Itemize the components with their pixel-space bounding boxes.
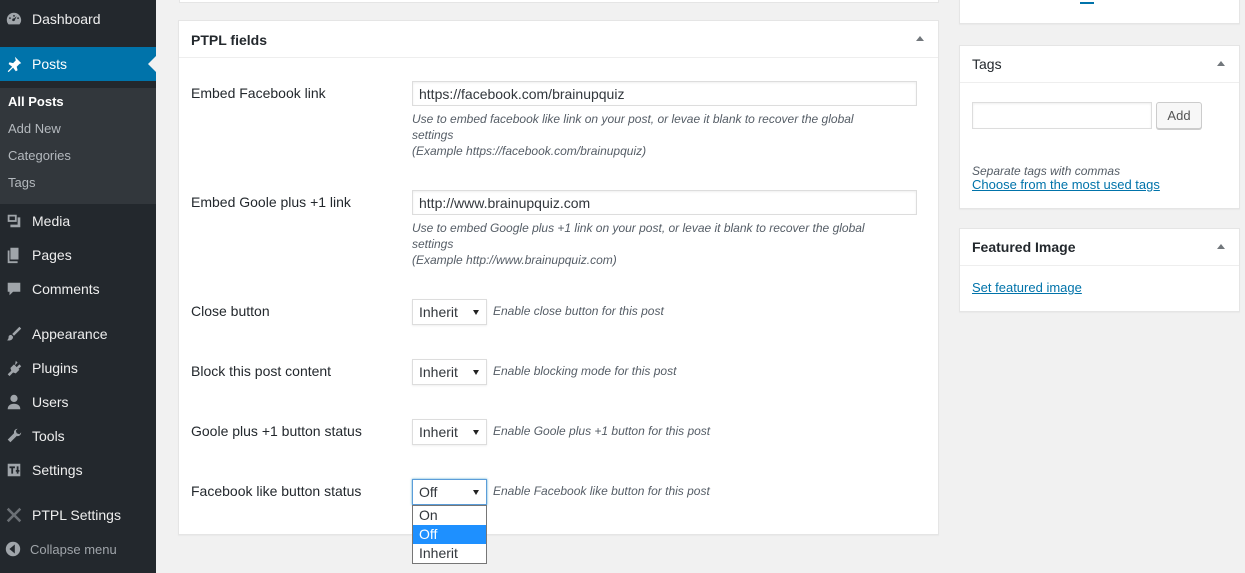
facebook-link-help: Use to embed facebook like link on your … xyxy=(412,111,912,159)
collapse-toggle-icon[interactable] xyxy=(916,36,924,41)
close-button-desc: Enable close button for this post xyxy=(493,304,664,318)
dropdown-caret-icon xyxy=(473,430,479,435)
ptpl-fields-box: PTPL fields Embed Facebook link https://… xyxy=(178,20,939,535)
google-link-label: Embed Goole plus +1 link xyxy=(191,194,351,210)
block-content-select[interactable]: Inherit xyxy=(412,359,487,385)
dashboard-icon xyxy=(4,9,24,29)
user-icon xyxy=(4,392,24,412)
collapse-toggle-icon[interactable] xyxy=(1217,244,1225,249)
menu-pages[interactable]: Pages xyxy=(0,238,156,272)
help-line: settings xyxy=(412,128,454,142)
help-line: settings xyxy=(412,237,454,251)
submenu-add-new[interactable]: Add New xyxy=(8,121,61,136)
facebook-link-label: Embed Facebook link xyxy=(191,85,326,101)
menu-settings[interactable]: Settings xyxy=(0,453,156,487)
menu-label: PTPL Settings xyxy=(32,507,121,523)
option-off[interactable]: Off xyxy=(413,525,486,544)
submenu-categories[interactable]: Categories xyxy=(8,148,71,163)
option-on[interactable]: On xyxy=(413,506,486,525)
x-icon xyxy=(4,505,24,525)
tags-box: Tags Add Separate tags with commas Choos… xyxy=(959,45,1240,209)
menu-label: Media xyxy=(32,213,71,229)
add-tag-button[interactable]: Add xyxy=(1156,102,1202,129)
facebook-status-label: Facebook like button status xyxy=(191,483,362,499)
menu-appearance[interactable]: Appearance xyxy=(0,317,156,351)
menu-dashboard[interactable]: Dashboard xyxy=(0,2,156,36)
menu-ptpl-settings[interactable]: PTPL Settings xyxy=(0,498,156,532)
previous-box-edge xyxy=(179,0,939,3)
google-link-help: Use to embed Google plus +1 link on your… xyxy=(412,220,912,268)
cropped-link-fragment xyxy=(1080,0,1094,4)
ptpl-box-title: PTPL fields xyxy=(191,32,267,48)
google-link-input[interactable]: http://www.brainupquiz.com xyxy=(412,190,917,215)
wrench-icon xyxy=(4,426,24,446)
choose-tags-link[interactable]: Choose from the most used tags xyxy=(972,177,1160,192)
ptpl-box-header[interactable]: PTPL fields xyxy=(179,21,938,58)
tag-input[interactable] xyxy=(972,102,1152,129)
help-line: (Example http://www.brainupquiz.com) xyxy=(412,253,617,267)
google-status-select[interactable]: Inherit xyxy=(412,419,487,445)
menu-tools[interactable]: Tools xyxy=(0,419,156,453)
featured-box-title: Featured Image xyxy=(972,239,1076,255)
brush-icon xyxy=(4,324,24,344)
menu-users[interactable]: Users xyxy=(0,385,156,419)
submenu-tags[interactable]: Tags xyxy=(8,175,35,190)
facebook-status-options: On Off Inherit xyxy=(412,505,487,564)
dropdown-caret-icon xyxy=(473,490,479,495)
option-inherit[interactable]: Inherit xyxy=(413,544,486,563)
menu-label: Settings xyxy=(32,462,83,478)
pin-icon xyxy=(4,54,24,74)
collapse-menu-button[interactable]: Collapse menu xyxy=(0,532,156,566)
help-line: Use to embed facebook like link on your … xyxy=(412,112,854,126)
collapse-label: Collapse menu xyxy=(30,541,117,557)
facebook-status-select[interactable]: Off xyxy=(412,479,487,505)
tags-box-title: Tags xyxy=(972,56,1002,72)
menu-label: Appearance xyxy=(32,326,108,342)
menu-label: Pages xyxy=(32,247,72,263)
dropdown-caret-icon xyxy=(473,310,479,315)
close-button-label: Close button xyxy=(191,303,270,319)
close-button-select[interactable]: Inherit xyxy=(412,299,487,325)
admin-sidebar: Dashboard Posts All Posts Add New Catego… xyxy=(0,0,156,573)
menu-label: Comments xyxy=(32,281,100,297)
menu-label: Tools xyxy=(32,428,65,444)
menu-plugins[interactable]: Plugins xyxy=(0,351,156,385)
pages-icon xyxy=(4,245,24,265)
google-status-label: Goole plus +1 button status xyxy=(191,423,362,439)
block-content-desc: Enable blocking mode for this post xyxy=(493,364,677,378)
settings-icon xyxy=(4,460,24,480)
block-content-label: Block this post content xyxy=(191,363,332,379)
select-value: Inherit xyxy=(419,304,458,320)
menu-label: Users xyxy=(32,394,69,410)
help-line: Use to embed Google plus +1 link on your… xyxy=(412,221,865,235)
comment-icon xyxy=(4,279,24,299)
submenu-all-posts[interactable]: All Posts xyxy=(8,94,64,109)
select-value: Inherit xyxy=(419,424,458,440)
menu-label: Dashboard xyxy=(32,11,101,27)
collapse-arrow-icon xyxy=(4,540,22,558)
facebook-status-desc: Enable Facebook like button for this pos… xyxy=(493,484,710,498)
menu-comments[interactable]: Comments xyxy=(0,272,156,306)
featured-box-header[interactable]: Featured Image xyxy=(960,229,1239,266)
plugin-icon xyxy=(4,358,24,378)
collapse-toggle-icon[interactable] xyxy=(1217,61,1225,66)
previous-side-box xyxy=(959,0,1240,24)
facebook-link-input[interactable]: https://facebook.com/brainupquiz xyxy=(412,81,917,106)
posts-submenu: All Posts Add New Categories Tags xyxy=(0,88,156,204)
featured-image-box: Featured Image Set featured image xyxy=(959,228,1240,312)
dropdown-caret-icon xyxy=(473,370,479,375)
menu-label: Plugins xyxy=(32,360,78,376)
help-line: (Example https://facebook.com/brainupqui… xyxy=(412,144,647,158)
select-value: Off xyxy=(419,484,438,500)
media-icon xyxy=(4,211,24,231)
tags-box-header[interactable]: Tags xyxy=(960,46,1239,83)
menu-label: Posts xyxy=(32,56,68,72)
select-value: Inherit xyxy=(419,364,458,380)
tags-note: Separate tags with commas xyxy=(972,164,1121,178)
google-status-desc: Enable Goole plus +1 button for this pos… xyxy=(493,424,711,438)
set-featured-image-link[interactable]: Set featured image xyxy=(972,280,1082,295)
menu-posts[interactable]: Posts xyxy=(0,47,156,81)
menu-media[interactable]: Media xyxy=(0,204,156,238)
